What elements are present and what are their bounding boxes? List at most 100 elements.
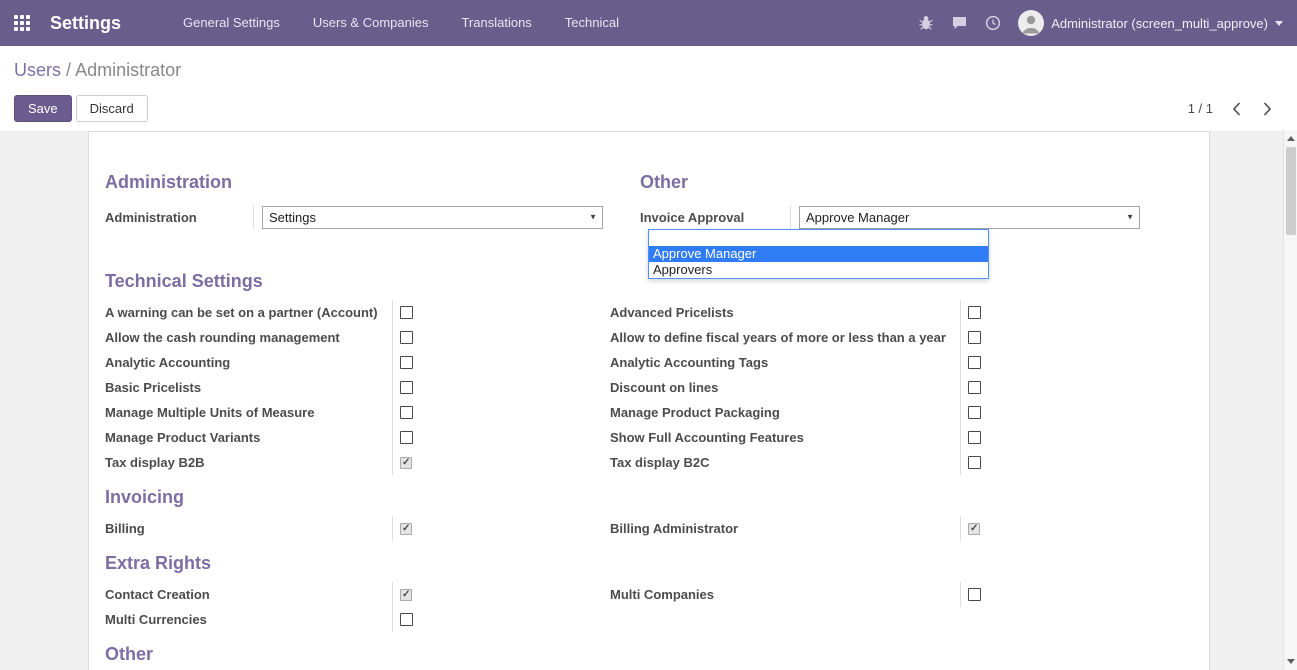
messages-icon[interactable] xyxy=(951,15,968,31)
field-row: Billing xyxy=(105,516,610,541)
checkbox[interactable] xyxy=(400,589,412,601)
breadcrumb-separator: / xyxy=(66,60,71,80)
control-panel: Users / Administrator Save Discard 1 / 1 xyxy=(0,46,1297,131)
field-row: Billing Administrator xyxy=(610,516,1209,541)
apps-grid-icon[interactable] xyxy=(8,9,36,37)
field-label: Tax display B2B xyxy=(105,450,393,475)
breadcrumb: Users / Administrator xyxy=(14,58,1275,82)
scrollbar[interactable] xyxy=(1283,130,1297,670)
field-label: Allow the cash rounding management xyxy=(105,325,393,350)
field-label: Multi Companies xyxy=(610,582,961,607)
dropdown-option[interactable]: Approvers xyxy=(649,262,988,278)
field-row: Multi Currencies xyxy=(105,607,610,632)
field-label: Advanced Pricelists xyxy=(610,300,961,325)
checkbox[interactable] xyxy=(968,406,981,419)
field-label: Manage Product Packaging xyxy=(610,400,961,425)
menu-technical[interactable]: Technical xyxy=(565,0,619,46)
chevron-down-icon xyxy=(1275,21,1283,26)
checkbox[interactable] xyxy=(400,406,413,419)
menu-users-companies[interactable]: Users & Companies xyxy=(313,0,429,46)
activities-clock-icon[interactable] xyxy=(985,15,1001,31)
checkbox[interactable] xyxy=(968,356,981,369)
section-title-administration: Administration xyxy=(105,172,610,193)
checkbox[interactable] xyxy=(400,457,412,469)
extra-rights-section: Extra Rights Contact Creation Multi Curr… xyxy=(105,553,1209,632)
checkbox[interactable] xyxy=(968,431,981,444)
checkbox[interactable] xyxy=(968,306,981,319)
field-row: Manage Product Variants xyxy=(105,425,610,450)
checkbox[interactable] xyxy=(968,523,980,535)
field-row: Multi Companies xyxy=(610,582,1209,607)
field-row: Basic Pricelists xyxy=(105,375,610,400)
menu-general-settings[interactable]: General Settings xyxy=(183,0,280,46)
checkbox[interactable] xyxy=(968,381,981,394)
extra-rights-right-column: Multi Companies xyxy=(610,582,1209,632)
checkbox[interactable] xyxy=(968,331,981,344)
scrollbar-thumb[interactable] xyxy=(1286,147,1296,235)
field-label: Manage Multiple Units of Measure xyxy=(105,400,393,425)
invoice-approval-field-label: Invoice Approval xyxy=(640,205,791,229)
field-label: Billing Administrator xyxy=(610,516,961,541)
extra-rights-left-column: Contact Creation Multi Currencies xyxy=(105,582,610,632)
checkbox[interactable] xyxy=(968,588,981,601)
technical-right-column: Advanced Pricelists Allow to define fisc… xyxy=(610,300,1209,475)
save-button[interactable]: Save xyxy=(14,95,72,122)
field-label: Basic Pricelists xyxy=(105,375,393,400)
section-title-extra-rights: Extra Rights xyxy=(105,553,1209,574)
navbar-right: Administrator (screen_multi_approve) xyxy=(918,10,1283,36)
scrollbar-down-arrow-icon[interactable] xyxy=(1287,659,1295,664)
avatar xyxy=(1018,10,1044,36)
menu-translations[interactable]: Translations xyxy=(461,0,531,46)
invoice-approval-dropdown: Approve Manager Approvers xyxy=(648,229,989,279)
checkbox[interactable] xyxy=(968,456,981,469)
breadcrumb-current: Administrator xyxy=(75,60,181,80)
breadcrumb-users-link[interactable]: Users xyxy=(14,60,61,80)
checkbox[interactable] xyxy=(400,381,413,394)
field-row: Manage Multiple Units of Measure xyxy=(105,400,610,425)
user-name: Administrator (screen_multi_approve) xyxy=(1051,16,1268,31)
pager-next-icon[interactable] xyxy=(1260,99,1275,119)
field-row: Contact Creation xyxy=(105,582,610,607)
technical-left-column: A warning can be set on a partner (Accou… xyxy=(105,300,610,475)
checkbox[interactable] xyxy=(400,306,413,319)
field-label: Analytic Accounting xyxy=(105,350,393,375)
checkbox[interactable] xyxy=(400,523,412,535)
field-row: Discount on lines xyxy=(610,375,1209,400)
checkbox[interactable] xyxy=(400,613,413,626)
administration-field-label: Administration xyxy=(105,205,254,229)
administration-select-value: Settings xyxy=(269,210,316,225)
field-label: Contact Creation xyxy=(105,582,393,607)
field-label: Billing xyxy=(105,516,393,541)
field-label: Discount on lines xyxy=(610,375,961,400)
administration-group: Administration Administration Settings ▼ xyxy=(105,172,610,229)
dropdown-option[interactable]: Approve Manager xyxy=(649,246,988,262)
discard-button[interactable]: Discard xyxy=(76,95,148,122)
field-row: Allow the cash rounding management xyxy=(105,325,610,350)
checkbox[interactable] xyxy=(400,356,413,369)
field-row: Administration Settings ▼ xyxy=(105,205,610,229)
field-row: Analytic Accounting xyxy=(105,350,610,375)
field-label: Multi Currencies xyxy=(105,607,393,632)
bug-icon[interactable] xyxy=(918,15,934,31)
pager-previous-icon[interactable] xyxy=(1229,99,1244,119)
field-row: Tax display B2B xyxy=(105,450,610,475)
field-label: A warning can be set on a partner (Accou… xyxy=(105,300,393,325)
scrollbar-up-arrow-icon[interactable] xyxy=(1287,136,1295,141)
select-arrow-icon: ▼ xyxy=(1126,213,1134,222)
control-panel-buttons-row: Save Discard 1 / 1 xyxy=(14,95,1275,122)
administration-select[interactable]: Settings ▼ xyxy=(262,206,603,229)
section-title-invoicing: Invoicing xyxy=(105,487,1209,508)
checkbox[interactable] xyxy=(400,331,413,344)
invoice-approval-select[interactable]: Approve Manager ▼ xyxy=(799,206,1140,229)
field-label: Analytic Accounting Tags xyxy=(610,350,961,375)
pager-text: 1 / 1 xyxy=(1188,101,1213,116)
invoicing-section: Invoicing Billing Billing Administrator xyxy=(105,487,1209,541)
field-row: Tax display B2C xyxy=(610,450,1209,475)
checkbox[interactable] xyxy=(400,431,413,444)
user-menu[interactable]: Administrator (screen_multi_approve) xyxy=(1018,10,1283,36)
pager: 1 / 1 xyxy=(1188,99,1275,119)
app-title[interactable]: Settings xyxy=(50,13,121,34)
dropdown-option[interactable] xyxy=(649,230,988,246)
other-group: Other Invoice Approval Approve Manager ▼… xyxy=(610,172,1209,229)
other-bottom-section: Other xyxy=(105,644,1209,665)
